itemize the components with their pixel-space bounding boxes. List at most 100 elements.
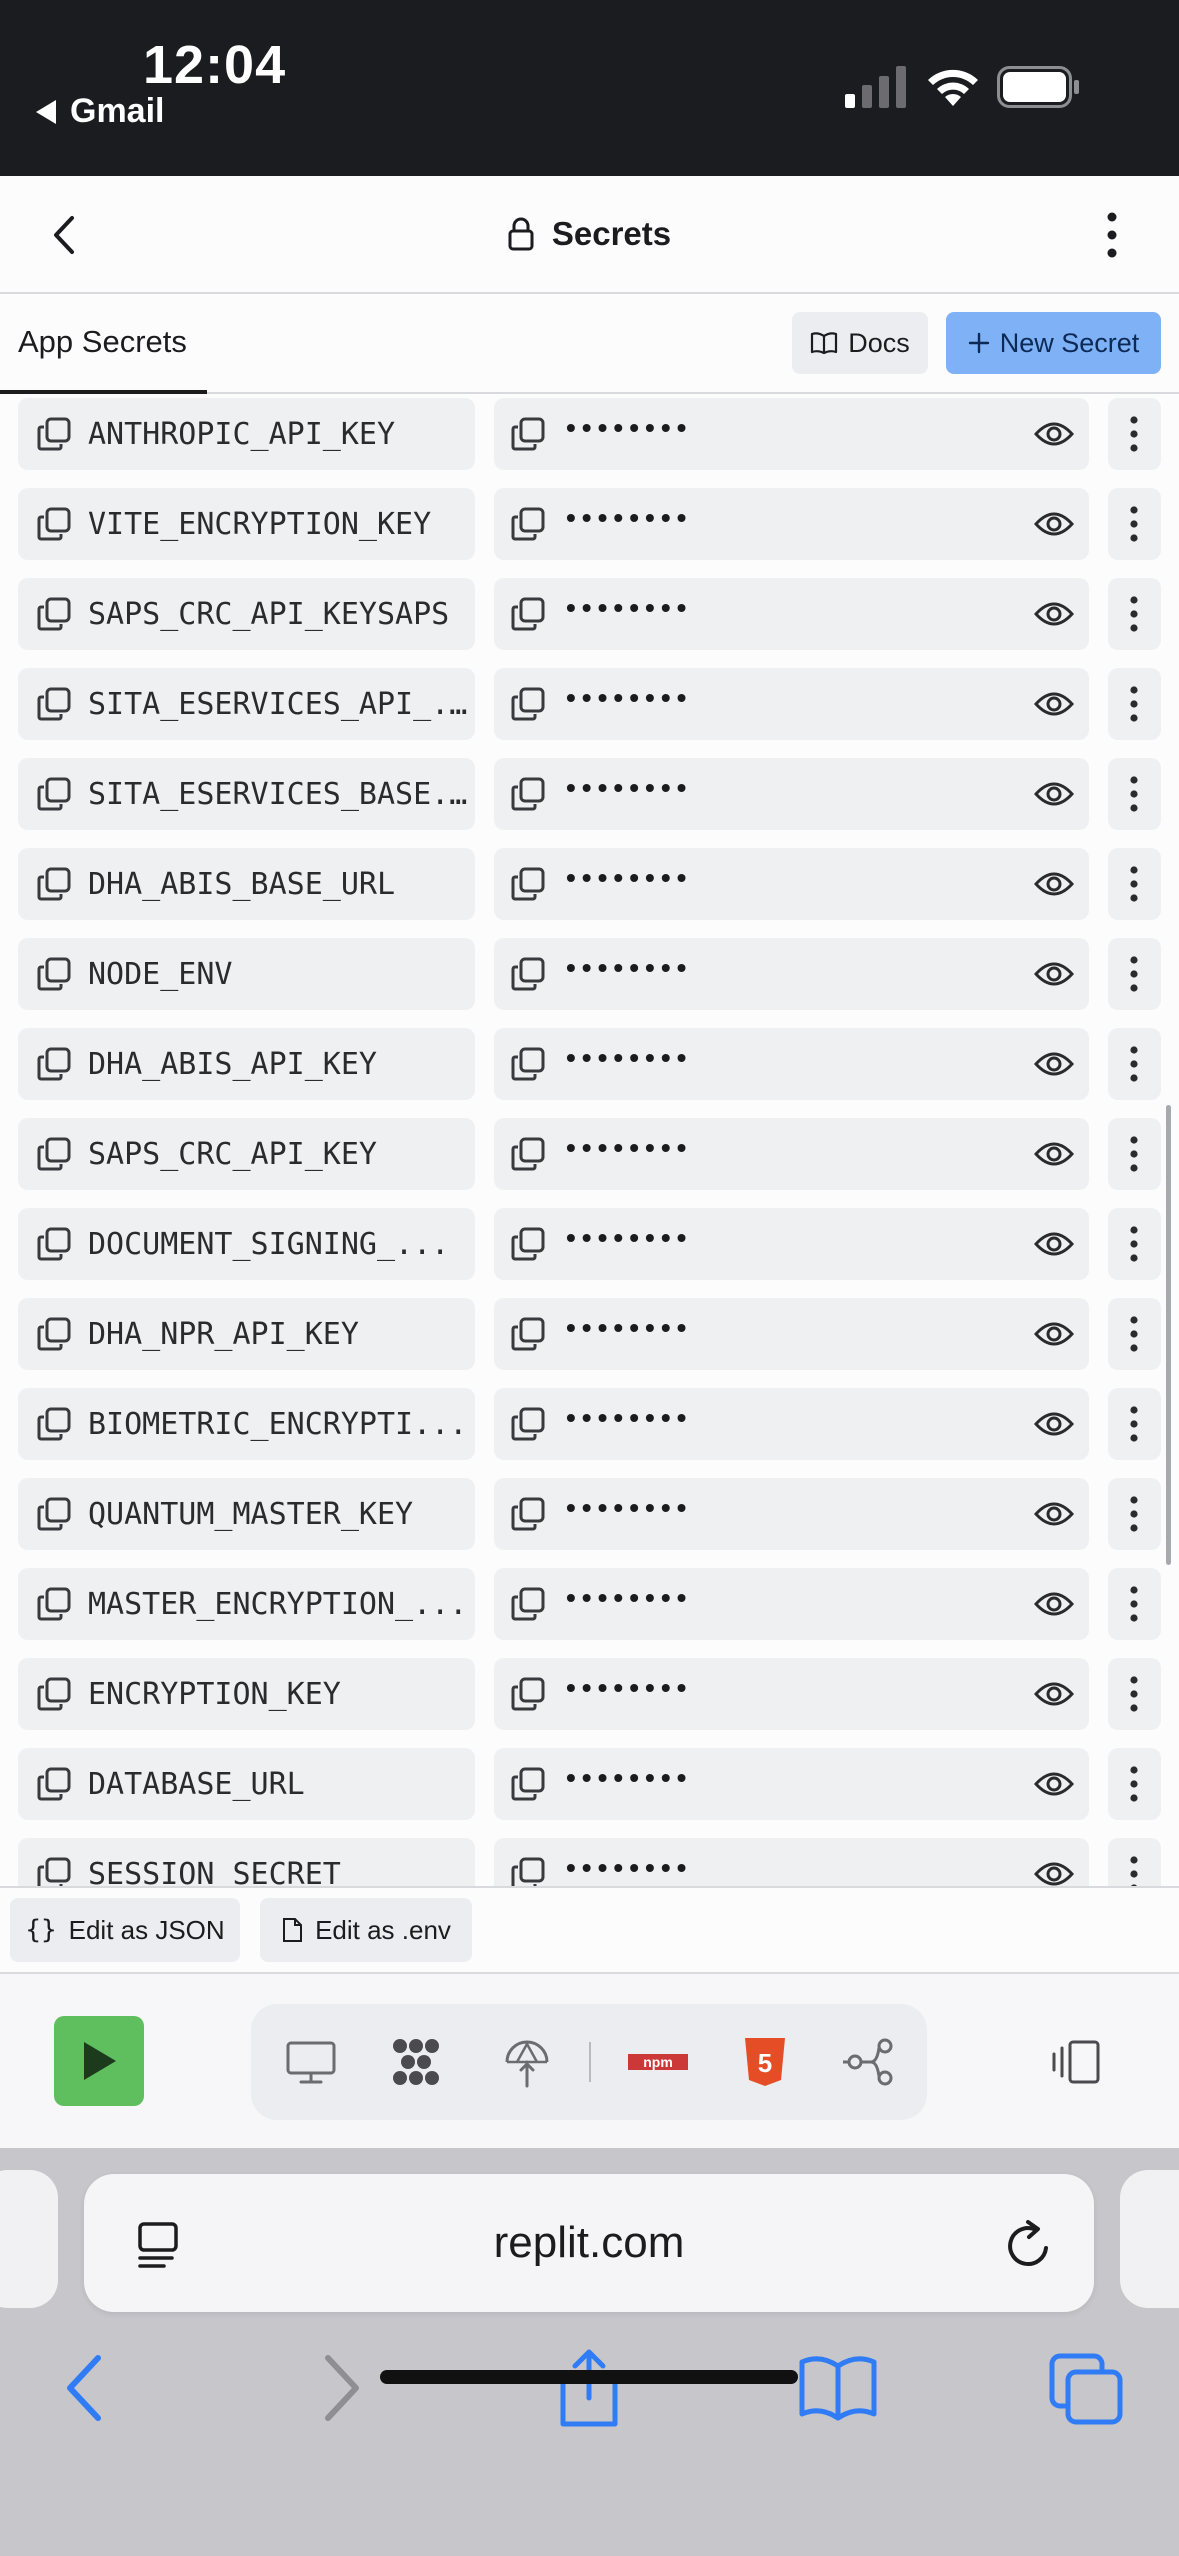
copy-value-icon[interactable] — [510, 1856, 546, 1886]
copy-value-icon[interactable] — [510, 956, 546, 992]
secret-value-field[interactable]: •••••••• — [494, 1568, 1089, 1640]
html5-icon[interactable]: 5 — [737, 2034, 793, 2090]
back-to-app-link[interactable]: Gmail — [36, 92, 164, 131]
secret-value-field[interactable]: •••••••• — [494, 1478, 1089, 1550]
reveal-eye-icon[interactable] — [1033, 418, 1075, 450]
browser-back-icon[interactable] — [46, 2348, 126, 2428]
secret-key-field[interactable]: ENCRYPTION_KEY — [18, 1658, 475, 1730]
secret-key-field[interactable]: DOCUMENT_SIGNING_... — [18, 1208, 475, 1280]
secret-key-field[interactable]: VITE_ENCRYPTION_KEY — [18, 488, 475, 560]
copy-key-icon[interactable] — [36, 1856, 72, 1886]
reveal-eye-icon[interactable] — [1033, 958, 1075, 990]
secret-more-button[interactable] — [1108, 1658, 1161, 1730]
secret-value-field[interactable]: •••••••• — [494, 1388, 1089, 1460]
reveal-eye-icon[interactable] — [1033, 778, 1075, 810]
secret-key-field[interactable]: SITA_ESERVICES_API_... — [18, 668, 475, 740]
copy-key-icon[interactable] — [36, 1046, 72, 1082]
share-icon[interactable] — [549, 2348, 629, 2428]
copy-key-icon[interactable] — [36, 596, 72, 632]
npm-icon[interactable]: npm — [626, 2034, 690, 2090]
secret-more-button[interactable] — [1108, 1208, 1161, 1280]
reveal-eye-icon[interactable] — [1033, 868, 1075, 900]
secret-more-button[interactable] — [1108, 1478, 1161, 1550]
dots-grid-icon[interactable] — [388, 2034, 444, 2090]
docs-button[interactable]: Docs — [792, 312, 928, 374]
reveal-eye-icon[interactable] — [1033, 1408, 1075, 1440]
copy-key-icon[interactable] — [36, 1496, 72, 1532]
copy-value-icon[interactable] — [510, 596, 546, 632]
secret-key-field[interactable]: BIOMETRIC_ENCRYPTI... — [18, 1388, 475, 1460]
reveal-eye-icon[interactable] — [1033, 1228, 1075, 1260]
secret-value-field[interactable]: •••••••• — [494, 1298, 1089, 1370]
new-secret-button[interactable]: New Secret — [946, 312, 1161, 374]
secret-value-field[interactable]: •••••••• — [494, 1748, 1089, 1820]
secret-key-field[interactable]: NODE_ENV — [18, 938, 475, 1010]
copy-key-icon[interactable] — [36, 1136, 72, 1172]
run-button[interactable] — [54, 2016, 144, 2106]
copy-key-icon[interactable] — [36, 1586, 72, 1622]
tab-app-secrets[interactable]: App Secrets — [0, 294, 207, 394]
secret-value-field[interactable]: •••••••• — [494, 758, 1089, 830]
secret-value-field[interactable]: •••••••• — [494, 578, 1089, 650]
copy-value-icon[interactable] — [510, 1136, 546, 1172]
secret-more-button[interactable] — [1108, 1568, 1161, 1640]
secret-more-button[interactable] — [1108, 938, 1161, 1010]
edit-as-json-button[interactable]: {} Edit as JSON — [10, 1898, 240, 1962]
secret-more-button[interactable] — [1108, 1748, 1161, 1820]
copy-value-icon[interactable] — [510, 1316, 546, 1352]
copy-key-icon[interactable] — [36, 1316, 72, 1352]
reveal-eye-icon[interactable] — [1033, 1138, 1075, 1170]
reveal-eye-icon[interactable] — [1033, 1858, 1075, 1886]
secret-key-field[interactable]: DHA_ABIS_API_KEY — [18, 1028, 475, 1100]
split-view-icon[interactable] — [1050, 2034, 1106, 2090]
secret-key-field[interactable]: SAPS_CRC_API_KEY — [18, 1118, 475, 1190]
secret-more-button[interactable] — [1108, 758, 1161, 830]
home-indicator[interactable] — [380, 2370, 798, 2384]
copy-value-icon[interactable] — [510, 1766, 546, 1802]
reveal-eye-icon[interactable] — [1033, 688, 1075, 720]
secret-more-button[interactable] — [1108, 848, 1161, 920]
scrollbar-thumb[interactable] — [1166, 1105, 1171, 1565]
copy-value-icon[interactable] — [510, 506, 546, 542]
copy-value-icon[interactable] — [510, 1406, 546, 1442]
copy-value-icon[interactable] — [510, 1676, 546, 1712]
secret-more-button[interactable] — [1108, 398, 1161, 470]
secret-key-field[interactable]: ANTHROPIC_API_KEY — [18, 398, 475, 470]
address-bar[interactable]: replit.com — [84, 2174, 1094, 2312]
copy-key-icon[interactable] — [36, 506, 72, 542]
copy-key-icon[interactable] — [36, 1676, 72, 1712]
secret-value-field[interactable]: •••••••• — [494, 1208, 1089, 1280]
secrets-list[interactable]: ANTHROPIC_API_KEY •••••••• VITE_ENCRYPTION… — [0, 396, 1179, 1886]
git-branch-icon[interactable] — [841, 2034, 897, 2090]
more-vertical-icon[interactable] — [1094, 210, 1130, 260]
secret-value-field[interactable]: •••••••• — [494, 1658, 1089, 1730]
secret-value-field[interactable]: •••••••• — [494, 668, 1089, 740]
secret-key-field[interactable]: SAPS_CRC_API_KEYSAPS — [18, 578, 475, 650]
copy-value-icon[interactable] — [510, 1496, 546, 1532]
bookmarks-icon[interactable] — [798, 2348, 878, 2428]
copy-key-icon[interactable] — [36, 1406, 72, 1442]
secret-value-field[interactable]: •••••••• — [494, 938, 1089, 1010]
secret-value-field[interactable]: •••••••• — [494, 1838, 1089, 1886]
secret-more-button[interactable] — [1108, 668, 1161, 740]
reveal-eye-icon[interactable] — [1033, 1768, 1075, 1800]
secret-key-field[interactable]: SESSION_SECRET — [18, 1838, 475, 1886]
previous-tab-preview[interactable] — [0, 2170, 58, 2308]
next-tab-preview[interactable] — [1120, 2170, 1179, 2308]
secret-value-field[interactable]: •••••••• — [494, 848, 1089, 920]
secret-value-field[interactable]: •••••••• — [494, 398, 1089, 470]
secret-value-field[interactable]: •••••••• — [494, 488, 1089, 560]
secret-key-field[interactable]: DHA_ABIS_BASE_URL — [18, 848, 475, 920]
reveal-eye-icon[interactable] — [1033, 1678, 1075, 1710]
reveal-eye-icon[interactable] — [1033, 1318, 1075, 1350]
copy-value-icon[interactable] — [510, 1046, 546, 1082]
edit-as-env-button[interactable]: Edit as .env — [260, 1898, 472, 1962]
copy-value-icon[interactable] — [510, 776, 546, 812]
tabs-icon[interactable] — [1046, 2348, 1126, 2428]
secret-key-field[interactable]: DHA_NPR_API_KEY — [18, 1298, 475, 1370]
copy-key-icon[interactable] — [36, 416, 72, 452]
secret-key-field[interactable]: QUANTUM_MASTER_KEY — [18, 1478, 475, 1550]
reveal-eye-icon[interactable] — [1033, 1498, 1075, 1530]
secret-more-button[interactable] — [1108, 1028, 1161, 1100]
secret-value-field[interactable]: •••••••• — [494, 1118, 1089, 1190]
